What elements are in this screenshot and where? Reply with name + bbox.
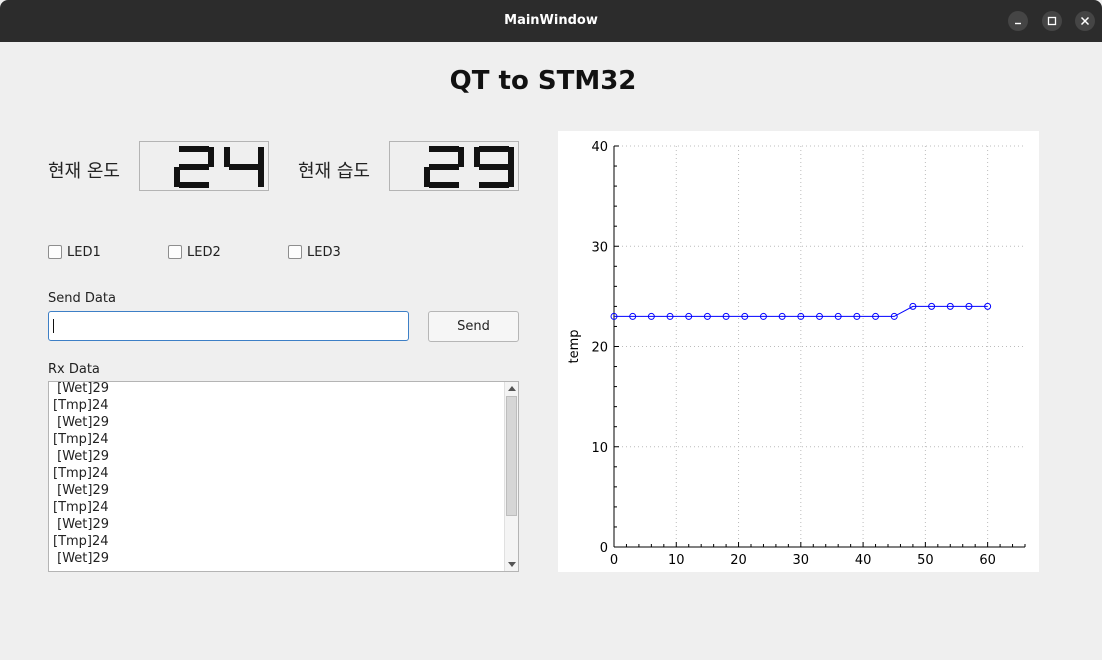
- humidity-display: [389, 141, 519, 191]
- x-tick-label: 20: [730, 553, 747, 568]
- lcd-segment: [179, 182, 209, 188]
- x-tick-label: 30: [793, 553, 810, 568]
- y-tick-label: 10: [591, 441, 608, 456]
- checkbox-box[interactable]: [288, 245, 302, 259]
- humidity-label: 현재 습도: [298, 161, 370, 182]
- rx-line: [Wet]29: [53, 517, 110, 532]
- y-tick-label: 20: [591, 341, 608, 356]
- x-tick-label: 0: [610, 553, 618, 568]
- x-tick-label: 60: [979, 553, 996, 568]
- lcd-segment: [179, 164, 209, 170]
- scroll-down-arrow-icon[interactable]: [508, 562, 516, 567]
- title-bar: MainWindow: [0, 0, 1102, 42]
- maximize-button[interactable]: [1042, 11, 1062, 31]
- page-title: QT to STM32: [449, 66, 637, 96]
- close-icon: [1080, 16, 1090, 26]
- rx-line: [Wet]29: [53, 449, 110, 464]
- lcd-segment: [258, 147, 264, 167]
- rx-scrollbar[interactable]: [504, 382, 518, 571]
- minimize-icon: [1015, 22, 1021, 25]
- rx-data-textarea[interactable]: [Wet]29 [Tmp]24 [Wet]29 [Tmp]24 [Wet]29 …: [48, 381, 519, 572]
- lcd-segment: [479, 182, 509, 188]
- lcd-segment: [179, 146, 209, 152]
- rx-data-label: Rx Data: [48, 362, 100, 377]
- temperature-label: 현재 온도: [48, 161, 120, 182]
- y-tick-label: 30: [591, 240, 608, 255]
- rx-line: [Tmp]24: [53, 432, 109, 447]
- checkbox-box[interactable]: [168, 245, 182, 259]
- rx-line: [Tmp]24: [53, 500, 109, 515]
- x-tick-label: 50: [917, 553, 934, 568]
- send-data-label: Send Data: [48, 291, 116, 306]
- humidity-lcd-digits: [424, 146, 514, 188]
- lcd-segment: [229, 164, 259, 170]
- rx-line: [Wet]29: [53, 415, 110, 430]
- text-caret: [53, 319, 54, 333]
- lcd-segment: [429, 146, 459, 152]
- temperature-display: [139, 141, 269, 191]
- scroll-up-arrow-icon[interactable]: [508, 386, 516, 391]
- window-title: MainWindow: [504, 13, 598, 28]
- close-button[interactable]: [1075, 11, 1095, 31]
- temperature-lcd-digits: [174, 146, 264, 188]
- lcd-segment: [429, 182, 459, 188]
- y-tick-label: 0: [600, 541, 608, 556]
- send-data-input[interactable]: [48, 311, 409, 341]
- lcd-segment: [479, 146, 509, 152]
- rx-line: [Tmp]24: [53, 398, 109, 413]
- rx-line: [Wet]29: [53, 551, 110, 566]
- led1-label: LED1: [67, 245, 101, 260]
- rx-line: [Tmp]24: [53, 466, 109, 481]
- x-tick-label: 10: [668, 553, 685, 568]
- maximize-icon: [1047, 16, 1057, 26]
- minimize-button[interactable]: [1008, 11, 1028, 31]
- x-tick-label: 40: [855, 553, 872, 568]
- lcd-segment: [479, 164, 509, 170]
- chart-canvas: 0 10 20 30 40 50 60 0 10 20 30 40 temp: [567, 140, 1026, 568]
- scrollbar-thumb[interactable]: [506, 396, 517, 516]
- rx-line: [Wet]29: [53, 381, 110, 396]
- y-axis-label: temp: [567, 329, 582, 363]
- rx-line: [Tmp]24: [53, 534, 109, 549]
- send-button[interactable]: Send: [428, 311, 519, 342]
- led2-label: LED2: [187, 245, 221, 260]
- rx-line: [Wet]29: [53, 483, 110, 498]
- y-tick-label: 40: [591, 140, 608, 155]
- lcd-segment: [258, 167, 264, 187]
- led3-label: LED3: [307, 245, 341, 260]
- temperature-chart: 0 10 20 30 40 50 60 0 10 20 30 40 temp: [558, 131, 1039, 572]
- checkbox-box[interactable]: [48, 245, 62, 259]
- lcd-segment: [429, 164, 459, 170]
